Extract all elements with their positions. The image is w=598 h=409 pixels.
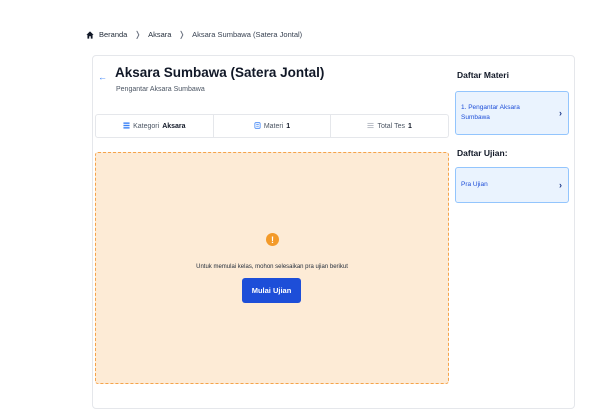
materi-value: 1	[286, 122, 291, 130]
list-icon	[367, 122, 375, 131]
category-icon	[123, 121, 130, 131]
materi-label: Materi	[263, 122, 284, 130]
notice-message: Untuk memulai kelas, mohon selesaikan pr…	[196, 264, 348, 270]
breadcrumb-separator: ❭	[134, 30, 142, 39]
category-label: Kategori	[133, 122, 160, 130]
page-title: Aksara Sumbawa (Satera Jontal)	[115, 65, 325, 80]
breadcrumb-section[interactable]: Aksara	[148, 30, 171, 39]
breadcrumb-separator: ❭	[178, 30, 186, 39]
chevron-right-icon: ›	[559, 108, 562, 118]
materi-info: Materi 1	[214, 115, 332, 137]
book-icon	[254, 121, 261, 131]
start-exam-button[interactable]: Mulai Ujian	[242, 278, 301, 303]
materi-list-heading: Daftar Materi	[457, 70, 509, 80]
breadcrumb-current: Aksara Sumbawa (Satera Jontal)	[192, 30, 303, 39]
materi-item-label: 1. Pengantar Aksara Sumbawa	[461, 103, 520, 121]
ujian-item-label: Pra Ujian	[461, 180, 488, 188]
breadcrumb-home[interactable]: Beranda	[99, 30, 127, 39]
category-value: Aksara	[162, 122, 186, 130]
page-subtitle: Pengantar Aksara Sumbawa	[116, 86, 205, 93]
warning-icon: !	[266, 233, 279, 246]
tes-label: Total Tes	[377, 122, 405, 130]
tes-info: Total Tes 1	[331, 115, 448, 137]
ujian-list-heading: Daftar Ujian:	[457, 148, 508, 158]
materi-list-item[interactable]: 1. Pengantar Aksara Sumbawa ›	[455, 91, 569, 135]
ujian-list-item[interactable]: Pra Ujian ›	[455, 167, 569, 203]
breadcrumb: Beranda ❭ Aksara ❭ Aksara Sumbawa (Sater…	[86, 30, 302, 39]
back-arrow-icon[interactable]: ←	[98, 72, 107, 82]
course-info-bar: Kategori Aksara Materi 1 Total Tes 1	[95, 114, 449, 138]
chevron-right-icon: ›	[559, 180, 562, 190]
tes-value: 1	[407, 122, 412, 130]
category-info: Kategori Aksara	[96, 115, 214, 137]
home-icon[interactable]	[86, 30, 94, 39]
